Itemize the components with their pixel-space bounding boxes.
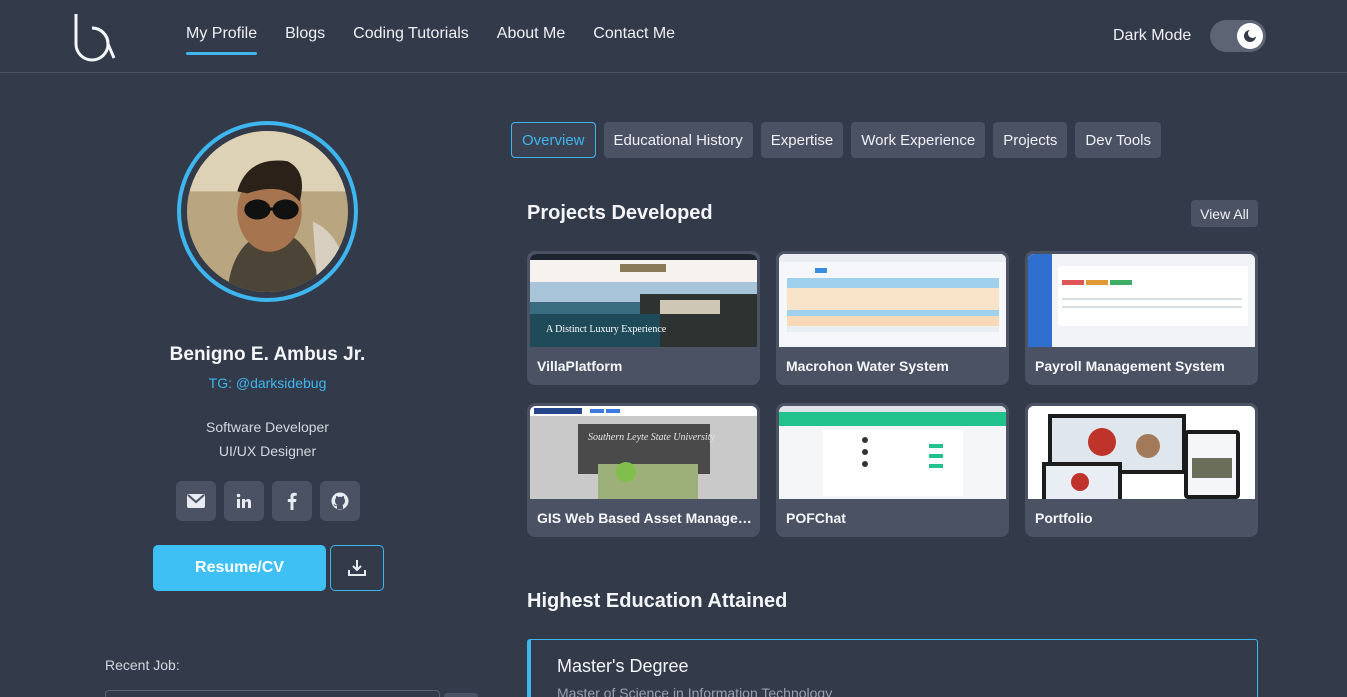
- github-button[interactable]: [320, 481, 360, 521]
- facebook-button[interactable]: [272, 481, 312, 521]
- project-card-villaplatform[interactable]: A Distinct Luxury Experience VillaPlatfo…: [527, 251, 760, 385]
- site-logo[interactable]: [70, 10, 118, 62]
- moon-icon: [1237, 23, 1263, 49]
- project-title: VillaPlatform: [537, 358, 623, 374]
- tab-projects[interactable]: Projects: [993, 122, 1068, 158]
- project-thumbnail: [1028, 254, 1255, 347]
- linkedin-icon: [236, 493, 251, 508]
- facebook-icon: [287, 492, 297, 510]
- telegram-handle-link[interactable]: TG: @darksidebug: [0, 375, 535, 391]
- tab-work-experience[interactable]: Work Experience: [851, 122, 986, 158]
- tab-educational-history[interactable]: Educational History: [603, 122, 753, 158]
- project-card-portfolio[interactable]: Portfolio: [1025, 403, 1258, 537]
- role-ui-ux-designer: UI/UX Designer: [218, 443, 317, 459]
- nav-coding-tutorials[interactable]: Coding Tutorials: [353, 25, 469, 51]
- tab-expertise[interactable]: Expertise: [760, 122, 844, 158]
- project-title: GIS Web Based Asset Management System: [537, 510, 752, 526]
- profile-name: Benigno E. Ambus Jr.: [169, 344, 366, 365]
- project-title: Portfolio: [1035, 510, 1093, 526]
- project-card-macrohon-water[interactable]: Macrohon Water System: [776, 251, 1009, 385]
- project-card-payroll[interactable]: Payroll Management System: [1025, 251, 1258, 385]
- role-software-developer: Software Developer: [206, 419, 329, 435]
- project-card-pofchat[interactable]: POFChat: [776, 403, 1009, 537]
- resume-cv-button[interactable]: Resume/CV: [153, 545, 326, 591]
- profile-avatar-ring: [177, 121, 358, 302]
- project-thumbnail: [779, 254, 1006, 347]
- project-title: Payroll Management System: [1035, 358, 1225, 374]
- recent-job-card: [105, 690, 440, 697]
- download-resume-button[interactable]: [330, 545, 384, 591]
- main-nav: My Profile Blogs Coding Tutorials About …: [186, 25, 675, 55]
- education-card: Master's Degree Master of Science in Inf…: [527, 639, 1258, 697]
- avatar: [187, 131, 348, 292]
- recent-job-label: Recent Job:: [105, 657, 180, 673]
- project-thumbnail: [779, 406, 1006, 499]
- project-card-gis-asset[interactable]: Southern Leyte State University GIS Web …: [527, 403, 760, 537]
- project-title: POFChat: [786, 510, 846, 526]
- recent-job-badge: [444, 693, 478, 697]
- project-title: Macrohon Water System: [786, 358, 949, 374]
- thumbnail-caption: A Distinct Luxury Experience: [546, 324, 667, 335]
- tab-dev-tools[interactable]: Dev Tools: [1075, 122, 1161, 158]
- nav-my-profile[interactable]: My Profile: [186, 25, 258, 55]
- education-degree: Master's Degree: [557, 656, 689, 676]
- projects-section-title: Projects Developed: [527, 202, 713, 224]
- thumbnail-caption: Southern Leyte State University: [588, 432, 715, 443]
- top-navbar: My Profile Blogs Coding Tutorials About …: [0, 0, 1347, 73]
- github-icon: [331, 492, 349, 510]
- nav-about-me[interactable]: About Me: [497, 25, 565, 51]
- nav-blogs[interactable]: Blogs: [285, 25, 325, 51]
- dark-mode-label: Dark Mode: [1113, 27, 1192, 44]
- linkedin-button[interactable]: [224, 481, 264, 521]
- dark-mode-toggle[interactable]: [1210, 20, 1266, 52]
- project-thumbnail: A Distinct Luxury Experience: [530, 254, 757, 347]
- nav-contact-me[interactable]: Contact Me: [593, 25, 675, 51]
- tab-overview[interactable]: Overview: [511, 122, 596, 158]
- education-program: Master of Science in Information Technol…: [557, 685, 833, 697]
- education-section-title: Highest Education Attained: [527, 590, 788, 612]
- project-thumbnail: [1028, 406, 1255, 499]
- project-thumbnail: Southern Leyte State University: [530, 406, 757, 499]
- download-icon: [348, 560, 366, 576]
- email-button[interactable]: [176, 481, 216, 521]
- email-icon: [187, 494, 205, 508]
- profile-tabs: Overview Educational History Expertise W…: [511, 122, 1161, 158]
- view-all-projects-button[interactable]: View All: [1191, 200, 1258, 227]
